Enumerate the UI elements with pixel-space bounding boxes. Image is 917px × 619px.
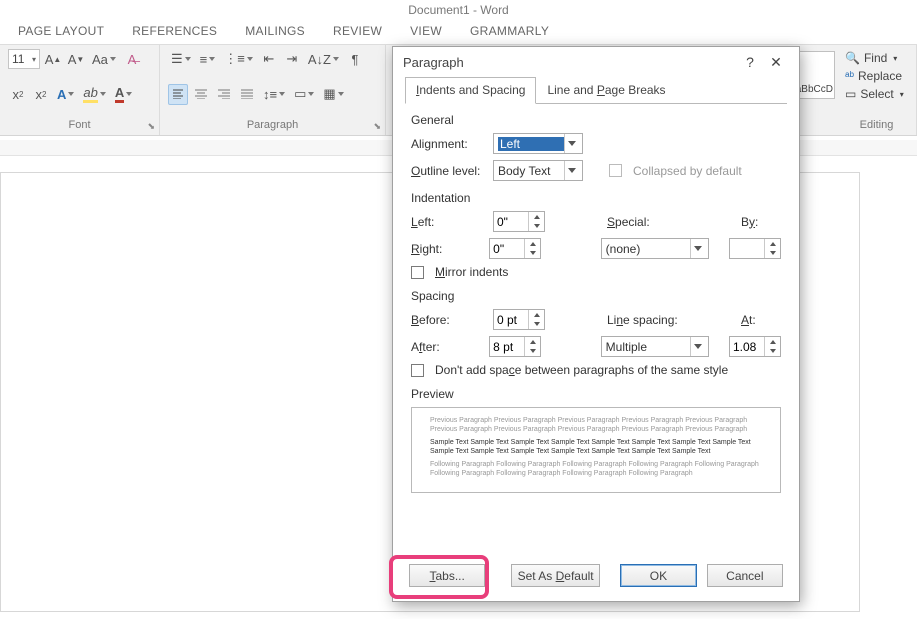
outline-level-select[interactable]: Body Text	[493, 160, 583, 181]
subscript-icon[interactable]: x2	[8, 84, 28, 104]
mirror-indents-checkbox[interactable]	[411, 266, 424, 279]
shading-icon[interactable]: ▭	[291, 84, 317, 104]
alignment-select[interactable]: Left	[493, 133, 583, 154]
align-center-icon[interactable]	[191, 84, 211, 104]
ribbon-tab-page-layout[interactable]: PAGE LAYOUT	[18, 24, 104, 38]
ribbon-group-editing: 🔍Find▾ ᵃᵇReplace ▭Select▾ Editing	[837, 45, 917, 135]
multilevel-list-icon[interactable]: ⋮≡	[221, 49, 256, 69]
justify-icon[interactable]	[237, 84, 257, 104]
section-header-general: General	[411, 113, 781, 127]
dont-add-space-label: Don't add space between paragraphs of th…	[435, 363, 728, 377]
close-button[interactable]: ✕	[763, 54, 789, 71]
font-color-icon[interactable]: A	[112, 84, 135, 104]
special-select[interactable]: (none)	[601, 238, 710, 259]
ribbon-group-font: 11▾ A▲ A▼ Aa A̶ x2 x2 A ab A Font ⬊	[0, 45, 160, 135]
ok-button[interactable]: OK	[620, 564, 696, 587]
indent-right-spinner[interactable]	[489, 238, 541, 259]
select-button[interactable]: ▭Select▾	[845, 85, 908, 103]
line-spacing-label: Line spacing:	[607, 313, 695, 327]
before-label: Before:	[411, 313, 487, 327]
ribbon-tab-grammarly[interactable]: GRAMMARLY	[470, 24, 549, 38]
at-spinner[interactable]	[729, 336, 781, 357]
borders-icon[interactable]: ▦	[320, 84, 346, 104]
decrease-indent-icon[interactable]: ⇤	[259, 49, 279, 69]
find-button[interactable]: 🔍Find▾	[845, 49, 908, 67]
tabs-button[interactable]: Tabs...	[409, 564, 485, 587]
text-effects-icon[interactable]: A	[54, 84, 77, 104]
by-label: By:	[741, 215, 781, 229]
collapsed-checkbox[interactable]	[609, 164, 622, 177]
before-spinner[interactable]	[493, 309, 545, 330]
indent-left-spinner[interactable]	[493, 211, 545, 232]
align-left-icon[interactable]	[168, 84, 188, 105]
preview-box: Previous Paragraph Previous Paragraph Pr…	[411, 407, 781, 493]
cancel-button[interactable]: Cancel	[707, 564, 783, 587]
ribbon-tab-mailings[interactable]: MAILINGS	[245, 24, 305, 38]
section-header-indentation: Indentation	[411, 191, 781, 205]
window-title: Document1 - Word	[0, 0, 917, 20]
replace-icon: ᵃᵇ	[845, 69, 854, 83]
select-icon: ▭	[845, 87, 856, 101]
at-label: At:	[741, 313, 781, 327]
highlight-icon[interactable]: ab	[80, 84, 108, 104]
clear-formatting-icon[interactable]: A̶	[122, 49, 142, 69]
font-size-input[interactable]: 11▾	[8, 49, 40, 69]
shrink-font-icon[interactable]: A▼	[66, 49, 86, 69]
ribbon-group-paragraph: ☰ ≡ ⋮≡ ⇤ ⇥ A↓Z ¶ ↕≡ ▭ ▦ Paragraph	[160, 45, 386, 135]
change-case-icon[interactable]: Aa	[89, 49, 119, 69]
indent-left-label: Left:	[411, 215, 487, 229]
replace-button[interactable]: ᵃᵇReplace	[845, 67, 908, 85]
alignment-label: Alignment:	[411, 137, 487, 151]
ribbon-group-label: Editing	[845, 119, 908, 133]
after-spinner[interactable]	[489, 336, 541, 357]
superscript-icon[interactable]: x2	[31, 84, 51, 104]
dont-add-space-checkbox[interactable]	[411, 364, 424, 377]
after-label: After:	[411, 340, 483, 354]
grow-font-icon[interactable]: A▲	[43, 49, 63, 69]
bullets-icon[interactable]: ☰	[168, 49, 194, 69]
align-right-icon[interactable]	[214, 84, 234, 104]
increase-indent-icon[interactable]: ⇥	[282, 49, 302, 69]
special-label: Special:	[607, 215, 675, 229]
show-marks-icon[interactable]: ¶	[345, 49, 365, 69]
paragraph-dialog: Paragraph ? ✕ Indents and Spacing Line a…	[392, 46, 800, 602]
line-spacing-icon[interactable]: ↕≡	[260, 84, 288, 104]
ribbon-group-label: Font	[8, 119, 151, 133]
tab-line-page-breaks[interactable]: Line and Page Breaks	[536, 77, 676, 104]
font-dialog-launcher-icon[interactable]: ⬊	[147, 121, 155, 132]
dialog-title: Paragraph	[403, 55, 464, 70]
outline-level-label: Outline level:	[411, 164, 487, 178]
indent-right-label: Right:	[411, 242, 483, 256]
collapsed-label: Collapsed by default	[633, 164, 742, 178]
ribbon-tabs: PAGE LAYOUT REFERENCES MAILINGS REVIEW V…	[0, 20, 917, 44]
ribbon-group-label: Paragraph	[168, 119, 377, 133]
sort-icon[interactable]: A↓Z	[305, 49, 342, 69]
section-header-spacing: Spacing	[411, 289, 781, 303]
section-header-preview: Preview	[411, 387, 781, 401]
mirror-indents-label: Mirror indents	[435, 265, 508, 279]
find-icon: 🔍	[845, 51, 860, 65]
tab-indents-spacing[interactable]: Indents and Spacing	[405, 77, 536, 104]
set-as-default-button[interactable]: Set As Default	[511, 564, 600, 587]
numbering-icon[interactable]: ≡	[197, 49, 219, 69]
paragraph-dialog-launcher-icon[interactable]: ⬊	[373, 121, 381, 132]
line-spacing-select[interactable]: Multiple	[601, 336, 710, 357]
help-button[interactable]: ?	[737, 54, 763, 70]
ribbon-tab-review[interactable]: REVIEW	[333, 24, 382, 38]
ribbon-tab-view[interactable]: VIEW	[410, 24, 442, 38]
ribbon-tab-references[interactable]: REFERENCES	[132, 24, 217, 38]
by-spinner[interactable]	[729, 238, 781, 259]
